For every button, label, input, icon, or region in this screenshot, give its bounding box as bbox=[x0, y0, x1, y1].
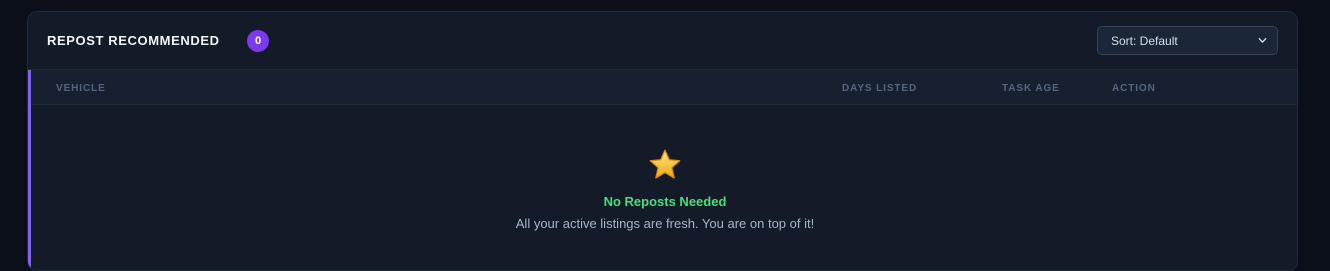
empty-state-message: All your active listings are fresh. You … bbox=[515, 216, 815, 231]
sort-select-label: Sort: Default bbox=[1111, 33, 1178, 48]
sort-select[interactable]: Sort: Default bbox=[1097, 26, 1278, 55]
column-header-task-age: TASK AGE bbox=[1002, 83, 1060, 94]
empty-state-title: No Reposts Needed bbox=[603, 194, 727, 209]
panel-header: REPOST RECOMMENDED 0 Sort: Default bbox=[28, 12, 1297, 70]
chevron-down-icon bbox=[1258, 37, 1267, 43]
panel-title: REPOST RECOMMENDED bbox=[47, 33, 220, 48]
empty-state: No Reposts Needed All your active listin… bbox=[31, 147, 1297, 231]
column-header-vehicle: VEHICLE bbox=[56, 83, 106, 94]
column-header-days-listed: DAYS LISTED bbox=[842, 83, 918, 94]
star-icon bbox=[649, 149, 681, 179]
repost-recommended-panel: REPOST RECOMMENDED 0 Sort: Default VEHIC… bbox=[27, 11, 1298, 271]
count-badge: 0 bbox=[247, 30, 269, 52]
table-header: VEHICLE DAYS LISTED TASK AGE ACTION bbox=[31, 70, 1297, 105]
column-header-action: ACTION bbox=[1112, 83, 1156, 94]
